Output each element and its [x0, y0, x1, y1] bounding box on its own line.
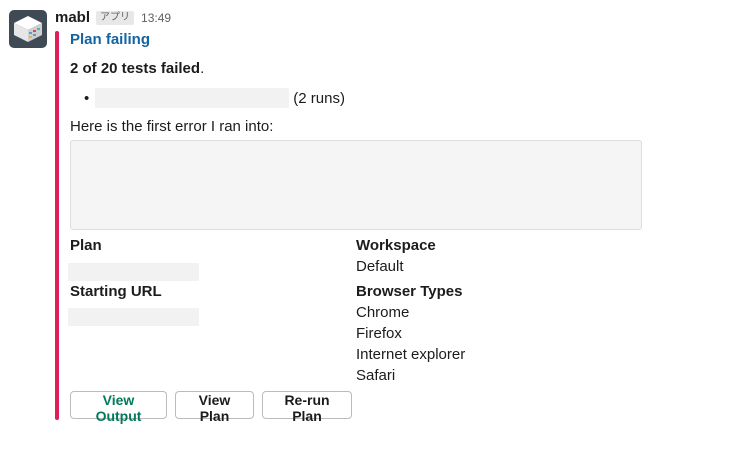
workspace-value: Default — [356, 258, 404, 275]
app-badge: アプリ — [96, 10, 135, 25]
starting-url-label: Starting URL — [70, 283, 162, 300]
plan-field: Plan — [68, 237, 199, 286]
attachment-title[interactable]: Plan failing — [70, 31, 710, 49]
test-run-count: (2 runs) — [293, 89, 345, 107]
browser-type-item: Safari — [356, 367, 396, 384]
sender-name[interactable]: mabl — [55, 9, 90, 26]
view-output-button[interactable]: View Output — [70, 391, 167, 424]
test-summary: 2 of 20 tests failed. — [70, 60, 204, 77]
error-intro: Here is the first error I ran into: — [70, 118, 274, 135]
redacted-plan-value — [68, 263, 199, 281]
browser-types-field: Browser Types Chrome Firefox Internet ex… — [356, 283, 465, 386]
summary-period: . — [200, 60, 205, 77]
failed-test-item: • (2 runs) — [84, 88, 345, 108]
browser-type-item: Firefox — [356, 325, 402, 342]
bullet-icon: • — [84, 89, 90, 107]
browser-types-label: Browser Types — [356, 283, 463, 300]
workspace-field: Workspace Default — [356, 237, 436, 277]
mabl-avatar-icon[interactable] — [9, 10, 47, 48]
redacted-starting-url — [68, 308, 199, 326]
browser-type-item: Internet explorer — [356, 346, 466, 363]
starting-url-field: Starting URL — [68, 283, 199, 331]
summary-text: 2 of 20 tests failed — [70, 60, 201, 77]
message-timestamp[interactable]: 13:49 — [141, 11, 171, 25]
rerun-plan-button[interactable]: Re-run Plan — [262, 391, 352, 424]
plan-label: Plan — [70, 237, 102, 254]
redacted-test-name — [95, 88, 290, 108]
view-plan-button[interactable]: View Plan — [175, 391, 254, 424]
attachment-content: Plan failing 2 of 20 tests failed. • (2 … — [68, 31, 710, 424]
attachment-accent-bar — [55, 31, 59, 420]
error-code-block — [70, 140, 642, 230]
message-header: mabl アプリ 13:49 — [55, 9, 171, 26]
browser-type-item: Chrome — [356, 304, 410, 321]
workspace-label: Workspace — [356, 237, 436, 254]
